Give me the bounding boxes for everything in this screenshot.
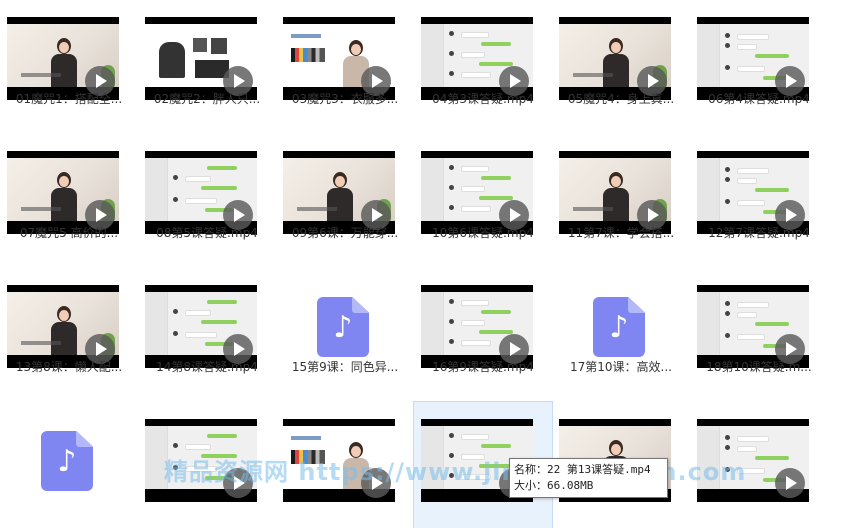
- video-thumbnail: [697, 419, 809, 502]
- file-name: 10第6课答疑.mp4: [432, 226, 534, 240]
- music-file-icon: ♪: [593, 297, 645, 357]
- video-thumbnail: [145, 419, 257, 502]
- file-tooltip: 名称：22 第13课答疑.mp4 大小：66.08MB: [509, 458, 668, 498]
- file-name: 02魔咒2：胖人只...: [153, 92, 261, 106]
- file-item[interactable]: 04第3课答疑.mp4: [414, 0, 552, 126]
- file-item[interactable]: 16第9课答疑.mp4: [414, 268, 552, 394]
- video-thumbnail: [559, 151, 671, 234]
- video-thumbnail: [283, 419, 395, 502]
- audio-file-thumbnail: ♪: [559, 285, 671, 368]
- file-item[interactable]: 11第7课：学会搭...: [552, 134, 690, 260]
- file-name: 17第10课：高效...: [570, 360, 672, 374]
- music-file-icon: ♪: [41, 431, 93, 491]
- file-item[interactable]: 12第7课答疑.mp4: [690, 134, 828, 260]
- video-thumbnail: [421, 151, 533, 234]
- play-icon: [223, 468, 253, 498]
- tooltip-name: 名称：22 第13课答疑.mp4: [514, 463, 651, 476]
- video-thumbnail: [421, 285, 533, 368]
- video-thumbnail: [697, 17, 809, 100]
- file-item[interactable]: 09第6课：万能穿...: [276, 134, 414, 260]
- file-name: 16第9课答疑.mp4: [432, 360, 534, 374]
- video-thumbnail: [283, 151, 395, 234]
- file-name: 07魔咒5 高价的...: [19, 226, 119, 240]
- video-thumbnail: [559, 17, 671, 100]
- video-thumbnail: [7, 17, 119, 100]
- file-name: 12第7课答疑.mp4: [708, 226, 810, 240]
- audio-file-thumbnail: ♪: [7, 419, 119, 502]
- file-item[interactable]: [138, 402, 276, 528]
- video-thumbnail: [7, 285, 119, 368]
- file-grid: 01魔咒1：搭配全... 02魔咒2：胖人只... 03魔咒3：衣服多... 04第3…: [0, 0, 812, 528]
- file-item[interactable]: 06第4课答疑.mp4: [690, 0, 828, 126]
- file-item[interactable]: 13第8课：懒人配...: [0, 268, 138, 394]
- file-item[interactable]: 08第5课答疑.mp4: [138, 134, 276, 260]
- file-name: 04第3课答疑.mp4: [432, 92, 534, 106]
- file-name: 13第8课：懒人配...: [15, 360, 123, 374]
- file-name: 09第6课：万能穿...: [291, 226, 399, 240]
- video-thumbnail: [145, 17, 257, 100]
- file-item[interactable]: 18第10课答疑.m...: [690, 268, 828, 394]
- video-thumbnail: [145, 151, 257, 234]
- file-item[interactable]: 07魔咒5 高价的...: [0, 134, 138, 260]
- video-thumbnail: [145, 285, 257, 368]
- file-item[interactable]: 10第6课答疑.mp4: [414, 134, 552, 260]
- file-item[interactable]: 14第8课答疑.mp4: [138, 268, 276, 394]
- file-item[interactable]: [690, 402, 828, 528]
- file-item[interactable]: 03魔咒3：衣服多...: [276, 0, 414, 126]
- file-name: 05魔咒4：身上真...: [567, 92, 675, 106]
- scroll-area: [812, 0, 867, 498]
- audio-file-thumbnail: ♪: [283, 285, 395, 368]
- video-thumbnail: [7, 151, 119, 234]
- file-name: 18第10课答疑.m...: [706, 360, 812, 374]
- file-item[interactable]: ♪: [0, 402, 138, 528]
- video-thumbnail: [283, 17, 395, 100]
- play-icon: [361, 468, 391, 498]
- file-item[interactable]: ♪ 15第9课：同色异...: [276, 268, 414, 394]
- video-thumbnail: [697, 285, 809, 368]
- play-icon: [775, 468, 805, 498]
- file-name: 03魔咒3：衣服多...: [291, 92, 399, 106]
- file-name: 08第5课答疑.mp4: [156, 226, 258, 240]
- file-item[interactable]: 02魔咒2：胖人只...: [138, 0, 276, 126]
- tooltip-size: 大小：66.08MB: [514, 479, 594, 492]
- file-name: 11第7课：学会搭...: [567, 226, 675, 240]
- file-name: 15第9课：同色异...: [291, 360, 399, 374]
- file-name: 01魔咒1：搭配全...: [15, 92, 123, 106]
- file-item[interactable]: 05魔咒4：身上真...: [552, 0, 690, 126]
- file-name: 06第4课答疑.mp4: [708, 92, 810, 106]
- music-file-icon: ♪: [317, 297, 369, 357]
- file-name: 14第8课答疑.mp4: [156, 360, 258, 374]
- file-item[interactable]: [276, 402, 414, 528]
- file-item[interactable]: ♪ 17第10课：高效...: [552, 268, 690, 394]
- video-thumbnail: [421, 17, 533, 100]
- video-thumbnail: [697, 151, 809, 234]
- file-item[interactable]: 01魔咒1：搭配全...: [0, 0, 138, 126]
